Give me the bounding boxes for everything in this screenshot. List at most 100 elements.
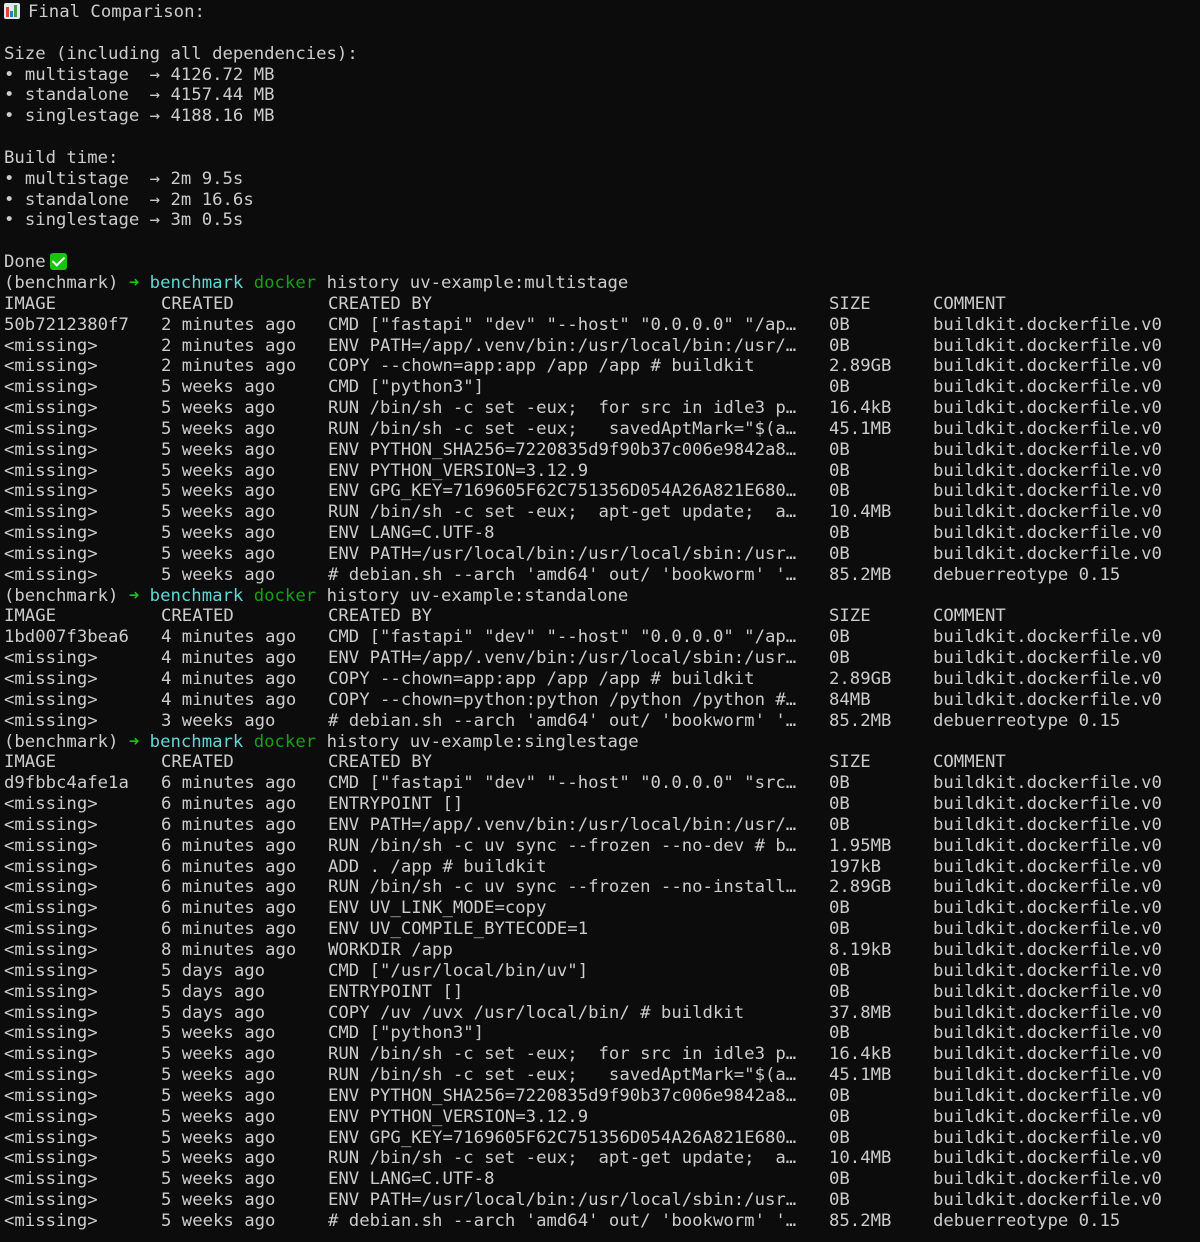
cell-size: 0B [829, 1023, 850, 1044]
cell-created: 4 minutes ago [161, 669, 297, 689]
terminal-window[interactable]: Final Comparison: Size (including all de… [0, 0, 1200, 1242]
build-item-value: 3m 0.5s [170, 210, 244, 231]
prompt-env: (benchmark) [4, 585, 119, 606]
cell-created: 5 weeks ago [161, 502, 276, 523]
table-row: <missing> 6 minutes ago ENV PATH=/app/.ven… [4, 815, 1200, 836]
prompt-line[interactable]: (benchmark) ➜ benchmark docker history u… [4, 273, 1200, 294]
cell-created: 2 minutes ago [161, 356, 297, 377]
cell-comment: buildkit.dockerfile.v0 [933, 1106, 1162, 1127]
cell-created: 5 weeks ago [161, 543, 276, 564]
build-heading: Build time: [4, 147, 119, 168]
cell-image: <missing> [4, 1085, 98, 1106]
cell-image: <missing> [4, 335, 98, 356]
table-row: <missing> 5 weeks ago ENV LANG=C.UTF-8 0B bu… [4, 523, 1200, 544]
cell-created: 2 minutes ago [161, 335, 297, 356]
cell-created-by: RUN /bin/sh -c uv sync --frozen --no-dev… [328, 835, 797, 856]
done-line: Done [4, 252, 1200, 273]
cell-image: <missing> [4, 418, 98, 439]
cell-created: 5 days ago [161, 960, 266, 981]
bullet: • [4, 210, 15, 231]
cell-image: <missing> [4, 877, 98, 898]
header-comment: COMMENT [933, 293, 1006, 314]
cell-image: <missing> [4, 481, 98, 502]
cell-size: 0B [829, 543, 850, 564]
table-row: <missing> 6 minutes ago ENV UV_COMPILE_BYT… [4, 919, 1200, 940]
header-size: SIZE [829, 752, 871, 773]
cell-comment: buildkit.dockerfile.v0 [933, 981, 1162, 1002]
cell-size: 0B [829, 335, 850, 356]
table-row: <missing> 5 weeks ago CMD ["python3"] 0B bui… [4, 1023, 1200, 1044]
cell-size: 0B [829, 1190, 850, 1211]
cell-created: 5 days ago [161, 981, 266, 1002]
cell-comment: buildkit.dockerfile.v0 [933, 314, 1162, 335]
cell-image: <missing> [4, 1023, 98, 1044]
bullet: • [4, 189, 15, 210]
cell-created: 5 weeks ago [161, 1023, 276, 1044]
build-item-value: 2m 16.6s [170, 189, 254, 210]
cell-comment: buildkit.dockerfile.v0 [933, 835, 1162, 856]
cell-created-by: ENV UV_COMPILE_BYTECODE=1 [328, 919, 589, 940]
prompt-line[interactable]: (benchmark) ➜ benchmark docker history u… [4, 586, 1200, 607]
cell-comment: buildkit.dockerfile.v0 [933, 356, 1162, 377]
cell-image: <missing> [4, 564, 98, 585]
table-row: <missing> 5 days ago COPY /uv /uvx /usr/lo… [4, 1003, 1200, 1024]
cell-size: 0B [829, 1106, 850, 1127]
cell-created: 5 weeks ago [161, 1106, 276, 1127]
cell-created-by: ENV GPG_KEY=7169605F62C751356D054A26A821… [328, 1127, 797, 1148]
cell-comment: buildkit.dockerfile.v0 [933, 543, 1162, 564]
right-arrow-icon: → [149, 210, 161, 231]
cell-created-by: RUN /bin/sh -c uv sync --frozen --no-ins… [328, 877, 797, 898]
cell-comment: buildkit.dockerfile.v0 [933, 919, 1162, 940]
prompt-env: (benchmark) [4, 272, 119, 293]
header-created-by: CREATED BY [328, 293, 433, 314]
cell-comment: buildkit.dockerfile.v0 [933, 939, 1162, 960]
cell-image: d9fbbc4afe1a [4, 773, 129, 794]
cell-created: 6 minutes ago [161, 877, 297, 898]
cell-size: 0B [829, 794, 850, 815]
size-item-multistage: • multistage → 4126.72 MB [4, 65, 1200, 86]
cell-size: 0B [829, 960, 850, 981]
bullet: • [4, 168, 15, 189]
size-item-name: standalone [24, 85, 140, 106]
header-comment: COMMENT [933, 752, 1006, 773]
cell-created: 5 weeks ago [161, 398, 276, 419]
history-header-row: IMAGE CREATED CREATED BY SIZE COMMENT [4, 294, 1200, 315]
table-row: <missing> 8 minutes ago WORKDIR /app 8.19kB… [4, 940, 1200, 961]
size-item-standalone: • standalone → 4157.44 MB [4, 85, 1200, 106]
header-comment: COMMENT [933, 606, 1006, 627]
cell-created-by: CMD ["fastapi" "dev" "--host" "0.0.0.0" … [328, 773, 797, 794]
cell-image: <missing> [4, 439, 98, 460]
table-row: 1bd007f3bea6 4 minutes ago CMD ["fastapi" … [4, 627, 1200, 648]
prompt-command: docker [253, 272, 317, 293]
cell-created-by: ENV PYTHON_SHA256=7220835d9f90b37c006e98… [328, 1085, 797, 1106]
table-row: <missing> 5 weeks ago # debian.sh --arch '… [4, 565, 1200, 586]
header-created-by: CREATED BY [328, 752, 433, 773]
cell-created-by: # debian.sh --arch 'amd64' out/ 'bookwor… [328, 564, 797, 585]
prompt-command: docker [253, 585, 317, 606]
cell-created-by: ENV PYTHON_SHA256=7220835d9f90b37c006e98… [328, 439, 797, 460]
summary-title-line: Final Comparison: [4, 2, 1200, 23]
cell-created-by: ENV LANG=C.UTF-8 [328, 1169, 495, 1190]
cell-image: <missing> [4, 898, 98, 919]
prompt-line[interactable]: (benchmark) ➜ benchmark docker history u… [4, 732, 1200, 753]
table-row: <missing> 5 weeks ago ENV PYTHON_VERSION=3… [4, 1107, 1200, 1128]
cell-image: <missing> [4, 1169, 98, 1190]
cell-created-by: ENV UV_LINK_MODE=copy [328, 898, 547, 919]
cell-size: 85.2MB [829, 1210, 892, 1231]
cell-created-by: ADD . /app # buildkit [328, 856, 547, 877]
cell-size: 0B [829, 481, 850, 502]
cell-comment: buildkit.dockerfile.v0 [933, 481, 1162, 502]
cell-comment: buildkit.dockerfile.v0 [933, 1065, 1162, 1086]
cell-size: 2.89GB [829, 669, 892, 689]
cell-size: 2.89GB [829, 356, 892, 377]
cell-created-by: RUN /bin/sh -c set -eux; savedAptMark="$… [328, 418, 797, 439]
cell-size: 1.95MB [829, 835, 892, 856]
prompt-arrow-icon: ➜ [128, 585, 140, 606]
cell-image: 1bd007f3bea6 [4, 627, 129, 648]
cell-image: <missing> [4, 1065, 98, 1086]
cell-created-by: ENTRYPOINT [] [328, 794, 464, 815]
cell-image: <missing> [4, 502, 98, 523]
cell-comment: buildkit.dockerfile.v0 [933, 898, 1162, 919]
table-row: <missing> 5 weeks ago ENV LANG=C.UTF-8 0B bu… [4, 1169, 1200, 1190]
cell-image: <missing> [4, 814, 98, 835]
